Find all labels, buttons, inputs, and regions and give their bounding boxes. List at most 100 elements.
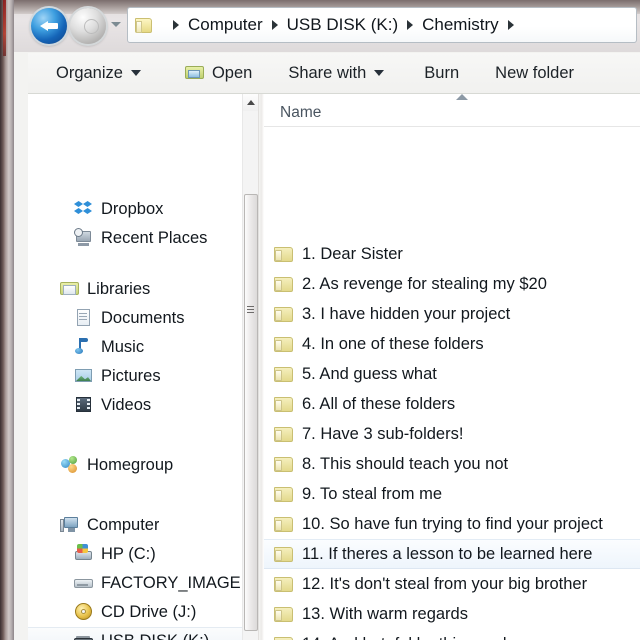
sidebar-item-recent-places[interactable]: Recent Places (28, 224, 242, 252)
back-button[interactable] (31, 8, 67, 44)
table-row[interactable]: 11. If theres a lesson to be learned her… (264, 539, 640, 569)
folder-icon (274, 516, 293, 532)
open-button[interactable]: Open (175, 53, 262, 94)
organize-button[interactable]: Organize (46, 53, 151, 94)
table-row[interactable]: 2. As revenge for stealing my $20 (264, 269, 640, 299)
dropbox-icon (74, 199, 94, 219)
column-header-row: Name (264, 94, 640, 127)
folder-icon (274, 606, 293, 622)
file-name: 2. As revenge for stealing my $20 (302, 275, 547, 294)
file-name: 5. And guess what (302, 365, 437, 384)
file-name: 13. With warm regards (302, 605, 468, 624)
table-row[interactable]: 9. To steal from me (264, 479, 640, 509)
sidebar-item-computer[interactable]: Computer (28, 511, 242, 539)
burn-button[interactable]: Burn (414, 53, 469, 94)
address-bar[interactable]: Computer USB DISK (K:) Chemistry (127, 7, 637, 43)
new-folder-label: New folder (495, 64, 574, 83)
sidebar-item-usb-disk-k[interactable]: USB DISK (K:) (28, 627, 244, 640)
drive-icon (74, 573, 94, 593)
sidebar-item-libraries[interactable]: Libraries (28, 275, 242, 303)
file-name: 8. This should teach you not (302, 455, 508, 474)
breadcrumb-separator-icon (407, 20, 413, 30)
usb-drive-icon (74, 631, 94, 640)
folder-icon (274, 276, 293, 292)
sidebar-item-label: Libraries (87, 280, 150, 299)
sidebar-item-music[interactable]: Music (28, 333, 242, 361)
folder-icon (274, 246, 293, 262)
desktop-edge (0, 0, 14, 640)
sidebar-item-label: USB DISK (K:) (101, 632, 209, 640)
sort-ascending-icon (456, 94, 468, 100)
file-name: 9. To steal from me (302, 485, 442, 504)
file-name: 10. So have fun trying to find your proj… (302, 515, 603, 534)
table-row[interactable]: 13. With warm regards (264, 599, 640, 629)
folder-icon (274, 306, 293, 322)
breadcrumb-usb-disk[interactable]: USB DISK (K:) (285, 15, 400, 35)
breadcrumb-computer[interactable]: Computer (186, 15, 265, 35)
new-folder-button[interactable]: New folder (485, 53, 584, 94)
table-row[interactable]: 5. And guess what (264, 359, 640, 389)
table-row[interactable]: 4. In one of these folders (264, 329, 640, 359)
organize-label: Organize (56, 64, 123, 83)
forward-button[interactable] (70, 8, 106, 44)
sidebar-item-pictures[interactable]: Pictures (28, 362, 242, 390)
sidebar-item-label: Computer (87, 516, 159, 535)
table-row[interactable]: 6. All of these folders (264, 389, 640, 419)
sidebar-item-label: Recent Places (101, 229, 207, 248)
scroll-thumb-grip-icon (247, 306, 254, 313)
sidebar-item-label: HP (C:) (101, 545, 156, 564)
file-name: 4. In one of these folders (302, 335, 484, 354)
table-row[interactable]: 10. So have fun trying to find your proj… (264, 509, 640, 539)
homegroup-icon (60, 455, 80, 475)
folder-icon (274, 336, 293, 352)
file-name: 3. I have hidden your project (302, 305, 510, 324)
share-with-button[interactable]: Share with (278, 53, 394, 94)
sidebar-item-label: Dropbox (101, 200, 163, 219)
scroll-up-arrow-icon[interactable] (243, 94, 258, 111)
open-label: Open (212, 64, 252, 83)
breadcrumb-separator-icon (272, 20, 278, 30)
table-row[interactable]: 12. It's don't steal from your big broth… (264, 569, 640, 599)
chevron-down-icon[interactable] (111, 22, 121, 27)
table-row[interactable]: 7. Have 3 sub-folders! (264, 419, 640, 449)
sidebar-item-homegroup[interactable]: Homegroup (28, 451, 242, 479)
documents-icon (74, 308, 94, 328)
table-row[interactable]: 14. And hateful loathing and vengeance (264, 629, 640, 640)
hard-drive-icon (74, 544, 94, 564)
music-icon (74, 337, 94, 357)
command-toolbar: Organize Open Share with Burn New folder (28, 53, 640, 94)
folder-icon (274, 456, 293, 472)
sidebar-item-cd-drive-j[interactable]: CD Drive (J:) (28, 598, 242, 626)
folder-icon (274, 546, 293, 562)
navigation-pane-scrollbar[interactable] (242, 94, 258, 640)
file-name: 14. And hateful loathing and vengeance (302, 635, 592, 640)
sidebar-item-factory-image[interactable]: FACTORY_IMAGE (28, 569, 242, 597)
breadcrumb-separator-icon[interactable] (508, 20, 514, 30)
scrollbar-thumb[interactable] (244, 194, 258, 631)
sidebar-item-documents[interactable]: Documents (28, 304, 242, 332)
column-header-name[interactable]: Name (280, 104, 321, 122)
file-name: 6. All of these folders (302, 395, 455, 414)
breadcrumb-separator-icon (173, 20, 179, 30)
file-name: 1. Dear Sister (302, 245, 403, 264)
open-folder-icon (185, 63, 205, 83)
sidebar-item-label: FACTORY_IMAGE (101, 574, 241, 593)
folder-icon (274, 396, 293, 412)
folder-icon (274, 576, 293, 592)
sidebar-item-videos[interactable]: Videos (28, 391, 242, 419)
folder-icon (135, 17, 154, 34)
breadcrumb-chemistry[interactable]: Chemistry (420, 15, 501, 35)
table-row[interactable]: 1. Dear Sister (264, 239, 640, 269)
libraries-icon (60, 279, 80, 299)
file-name: 7. Have 3 sub-folders! (302, 425, 463, 444)
recent-places-icon (74, 228, 94, 248)
table-row[interactable]: 8. This should teach you not (264, 449, 640, 479)
sidebar-item-label: Pictures (101, 367, 161, 386)
folder-icon (274, 426, 293, 442)
sidebar-item-label: Homegroup (87, 456, 173, 475)
navigation-pane: Dropbox Recent Places Libraries Document… (28, 94, 258, 640)
sidebar-item-dropbox[interactable]: Dropbox (28, 195, 242, 223)
folder-icon (274, 486, 293, 502)
table-row[interactable]: 3. I have hidden your project (264, 299, 640, 329)
sidebar-item-hp-c[interactable]: HP (C:) (28, 540, 242, 568)
